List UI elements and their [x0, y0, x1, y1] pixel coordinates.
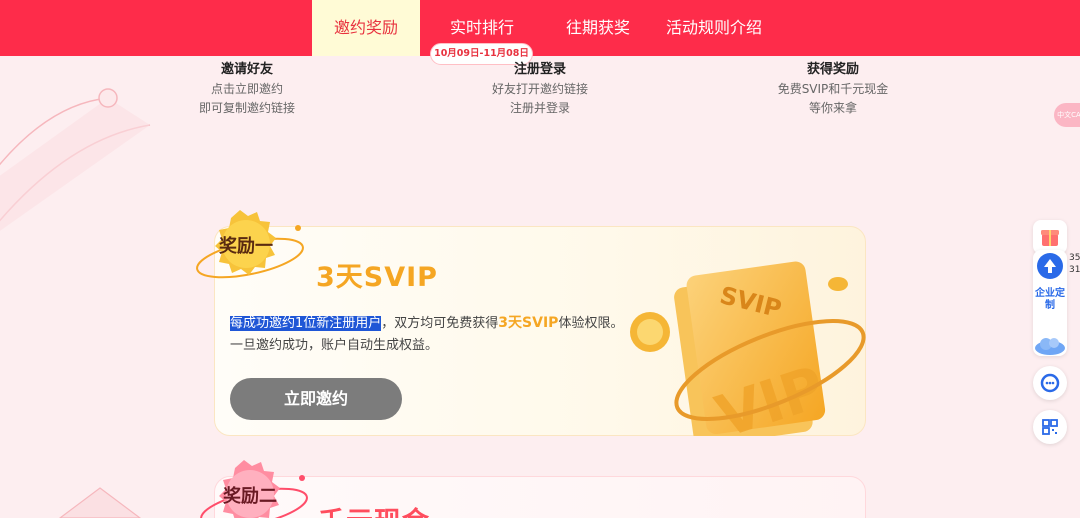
step-desc-line: 即可复制邀约链接 [198, 101, 295, 115]
svip-card-illustration: SVIP VIP [630, 261, 866, 436]
cloud-icon [1035, 338, 1065, 355]
qr-code-icon [1042, 419, 1058, 435]
desc-text: 体验权限。 [558, 316, 624, 331]
reward-description: 每成功邀约1位新注册用户，双方均可免费获得3天SVIP体验权限。 [230, 313, 623, 334]
selected-text: 每成功邀约1位新注册用户 [230, 316, 382, 331]
reward-title: 3天SVIP [316, 262, 438, 293]
tab-activity-rules[interactable]: 活动规则介绍 [662, 0, 766, 56]
enterprise-custom-label: 企业定制 [1035, 288, 1065, 311]
side-counter: 31 [1069, 265, 1080, 275]
reward-badge: 奖励一 [192, 206, 308, 292]
enterprise-panel[interactable]: 企业定制 [1033, 250, 1067, 356]
badge-label: 奖励二 [223, 486, 277, 507]
reward-badge: 奖励二 [196, 456, 312, 518]
reward-description-line2: 一旦邀约成功，账户自动生成权益。 [230, 338, 439, 353]
tab-invite-reward[interactable]: 邀约奖励 [312, 0, 420, 56]
step-title: 邀请好友 [220, 62, 273, 77]
step-desc-line: 免费SVIP和千元现金 [777, 82, 889, 96]
language-tab[interactable]: 中文CA [1054, 103, 1080, 127]
badge-label: 奖励一 [219, 236, 273, 257]
side-counter: 35 [1069, 253, 1080, 263]
step-desc-line: 等你来拿 [808, 101, 857, 115]
step-desc-line: 好友打开邀约链接 [491, 82, 588, 96]
top-navigation-bar: 邀约奖励 实时排行 往期获奖 活动规则介绍 [0, 0, 1080, 56]
reward-title: 千元现金 [318, 500, 430, 518]
qr-code-button[interactable] [1033, 410, 1067, 444]
invite-now-button[interactable]: 立即邀约 [230, 378, 402, 420]
arrow-up-icon [1037, 253, 1063, 279]
desc-text: ，双方均可免费获得 [381, 316, 499, 331]
step-register-login: 注册登录 好友打开邀约链接 注册并登录 [440, 60, 640, 118]
chat-icon [1040, 373, 1060, 393]
step-desc-line: 注册并登录 [509, 101, 570, 115]
gift-button[interactable] [1033, 220, 1067, 254]
gift-icon [1041, 230, 1059, 246]
step-invite-friends: 邀请好友 点击立即邀约 即可复制邀约链接 [147, 60, 347, 118]
step-title: 注册登录 [513, 62, 566, 77]
desc-emphasis: 3天SVIP [498, 315, 559, 331]
tab-past-winners[interactable]: 往期获奖 [546, 0, 650, 56]
step-get-reward: 获得奖励 免费SVIP和千元现金 等你来拿 [733, 60, 933, 118]
customer-service-button[interactable] [1033, 366, 1067, 400]
step-desc-line: 点击立即邀约 [210, 82, 283, 96]
step-title: 获得奖励 [806, 62, 859, 77]
